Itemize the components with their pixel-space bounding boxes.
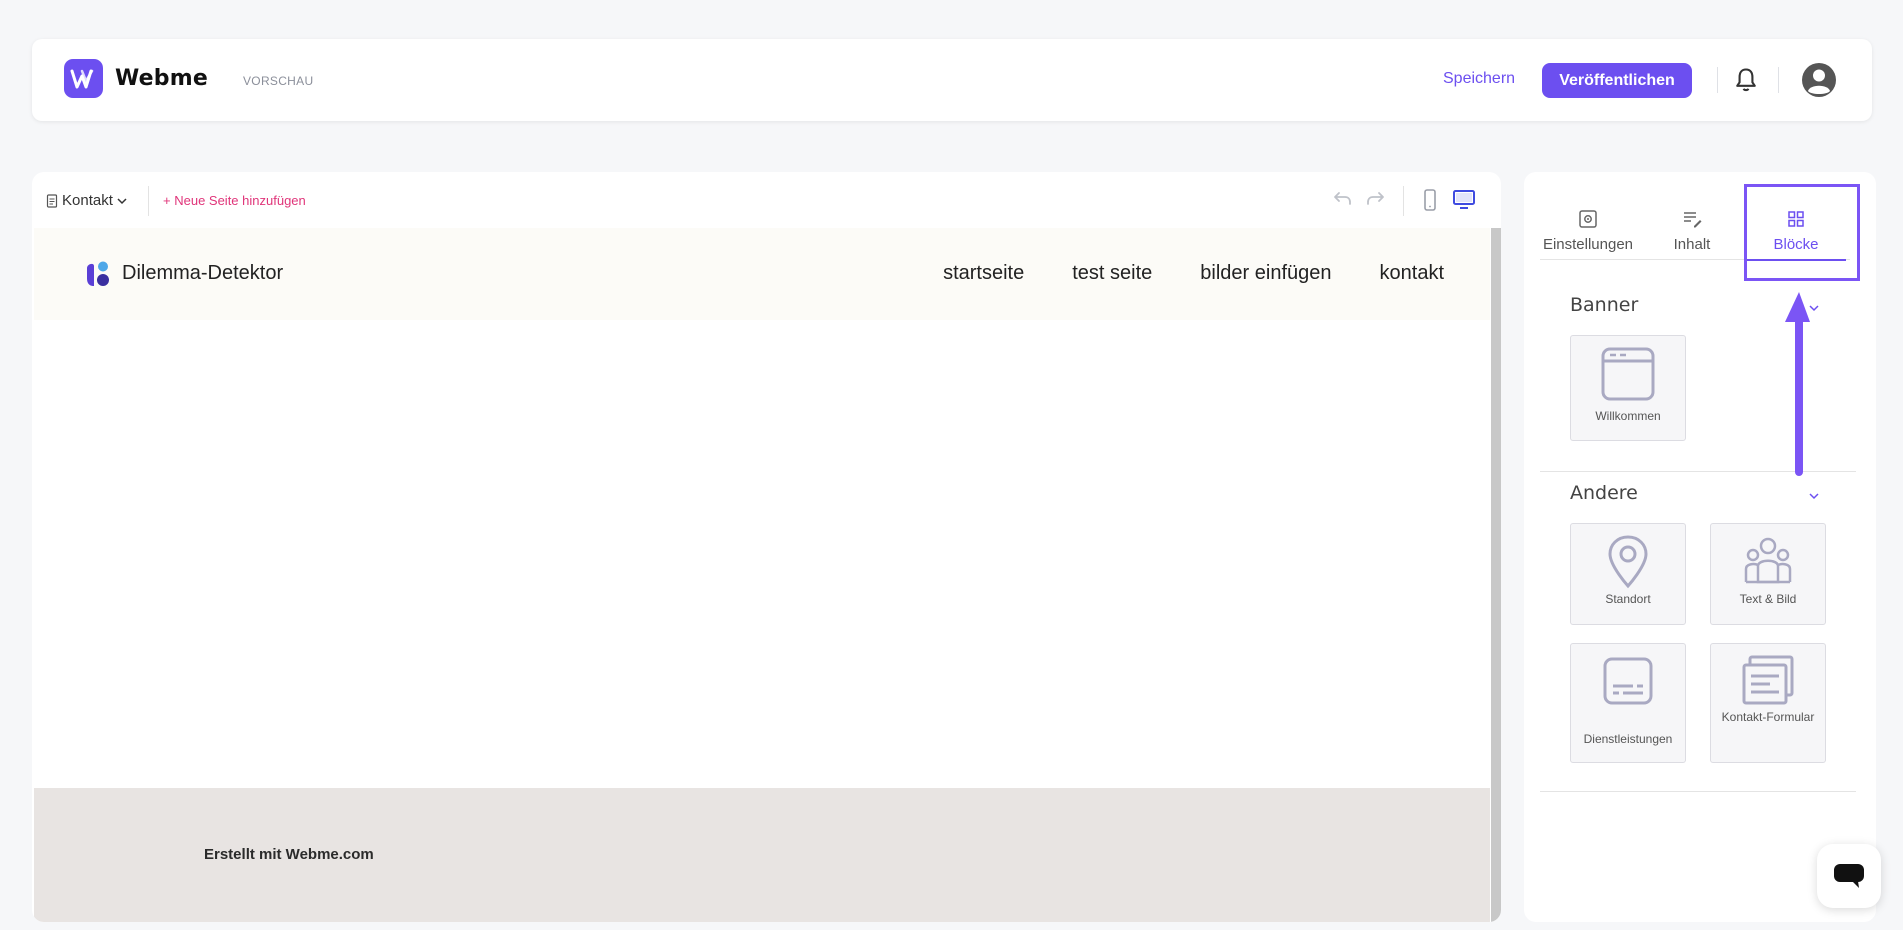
chat-button[interactable] xyxy=(1817,844,1881,908)
site-nav-item-bilder-einfuegen[interactable]: bilder einfügen xyxy=(1200,262,1331,285)
edit-text-icon xyxy=(1684,212,1702,228)
block-label: Standort xyxy=(1605,592,1651,606)
site-footer: Erstellt mit Webme.com xyxy=(34,788,1490,922)
site-header: Dilemma-Detektor startseite test seite b… xyxy=(34,228,1490,320)
block-label: Text & Bild xyxy=(1739,592,1797,606)
add-page-label: Neue Seite hinzufügen xyxy=(174,193,306,208)
brand-name: Webme xyxy=(115,66,208,91)
current-page-label: Kontakt xyxy=(62,192,113,209)
chat-icon xyxy=(1834,864,1864,888)
block-label: Willkommen xyxy=(1595,409,1661,423)
header-divider xyxy=(1717,67,1718,93)
browser-window-icon xyxy=(1601,347,1655,401)
mobile-view-icon[interactable] xyxy=(1418,188,1442,212)
form-icon xyxy=(1742,655,1794,705)
page-selector[interactable]: Kontakt xyxy=(46,192,127,209)
section-title-banner: Banner xyxy=(1570,294,1639,316)
plus-icon: + xyxy=(163,193,171,208)
annotation-arrow-icon xyxy=(1785,292,1810,476)
webme-logo[interactable] xyxy=(64,59,103,98)
tab-einstellungen[interactable]: Einstellungen xyxy=(1540,208,1636,260)
toolbar-divider xyxy=(1403,186,1404,216)
highlight-box xyxy=(1744,184,1860,281)
editor-panel: Kontakt + Neue Seite hinzufügen Dilemma-… xyxy=(32,172,1501,922)
site-nav-item-kontakt[interactable]: kontakt xyxy=(1380,262,1444,285)
desktop-view-icon[interactable] xyxy=(1452,188,1476,212)
bell-icon[interactable] xyxy=(1732,66,1760,94)
save-button[interactable]: Speichern xyxy=(1443,70,1515,88)
block-label: Kontakt-Formular xyxy=(1721,710,1815,724)
section-divider xyxy=(1540,791,1856,792)
canvas-scrollbar[interactable] xyxy=(1491,228,1501,922)
block-willkommen[interactable]: Willkommen xyxy=(1570,335,1686,441)
block-kontakt-formular[interactable]: Kontakt-Formular xyxy=(1710,643,1826,763)
side-panel: Einstellungen Inhalt Blöcke Banner Willk… xyxy=(1524,172,1876,922)
tab-label: Einstellungen xyxy=(1542,236,1634,253)
undo-icon[interactable] xyxy=(1330,188,1354,212)
tab-label: Inhalt xyxy=(1673,236,1711,253)
block-label: Dienstleistungen xyxy=(1583,732,1673,746)
add-page-button[interactable]: + Neue Seite hinzufügen xyxy=(163,193,306,208)
preview-link[interactable]: VORSCHAU xyxy=(243,74,313,88)
redo-icon[interactable] xyxy=(1364,188,1388,212)
avatar-icon[interactable] xyxy=(1801,62,1837,98)
chevron-down-icon[interactable] xyxy=(1807,489,1821,503)
tab-inhalt[interactable]: Inhalt xyxy=(1650,208,1734,260)
block-standort[interactable]: Standort xyxy=(1570,523,1686,625)
subtitles-icon xyxy=(1603,657,1653,705)
toolbar-divider xyxy=(148,186,149,216)
webme-logo-icon xyxy=(70,69,93,88)
footer-credit: Erstellt mit Webme.com xyxy=(204,846,374,863)
location-pin-icon xyxy=(1608,535,1648,589)
chevron-down-icon xyxy=(117,197,127,204)
editor-toolbar: Kontakt + Neue Seite hinzufügen xyxy=(32,172,1501,228)
block-text-bild[interactable]: Text & Bild xyxy=(1710,523,1826,625)
people-icon xyxy=(1744,537,1792,584)
publish-button[interactable]: Veröffentlichen xyxy=(1542,63,1692,98)
site-nav: startseite test seite bilder einfügen ko… xyxy=(943,262,1444,285)
block-dienstleistungen[interactable]: Dienstleistungen xyxy=(1570,643,1686,763)
site-nav-item-test-seite[interactable]: test seite xyxy=(1072,262,1152,285)
page-icon xyxy=(46,193,58,208)
site-title: Dilemma-Detektor xyxy=(122,262,284,284)
app-header: Webme VORSCHAU Speichern Veröffentlichen xyxy=(32,39,1872,121)
section-title-andere: Andere xyxy=(1570,482,1638,504)
site-nav-item-startseite[interactable]: startseite xyxy=(943,262,1024,285)
site-logo-icon xyxy=(87,261,109,286)
header-divider xyxy=(1778,67,1779,93)
settings-icon xyxy=(1579,210,1597,228)
site-canvas: Dilemma-Detektor startseite test seite b… xyxy=(34,228,1490,922)
